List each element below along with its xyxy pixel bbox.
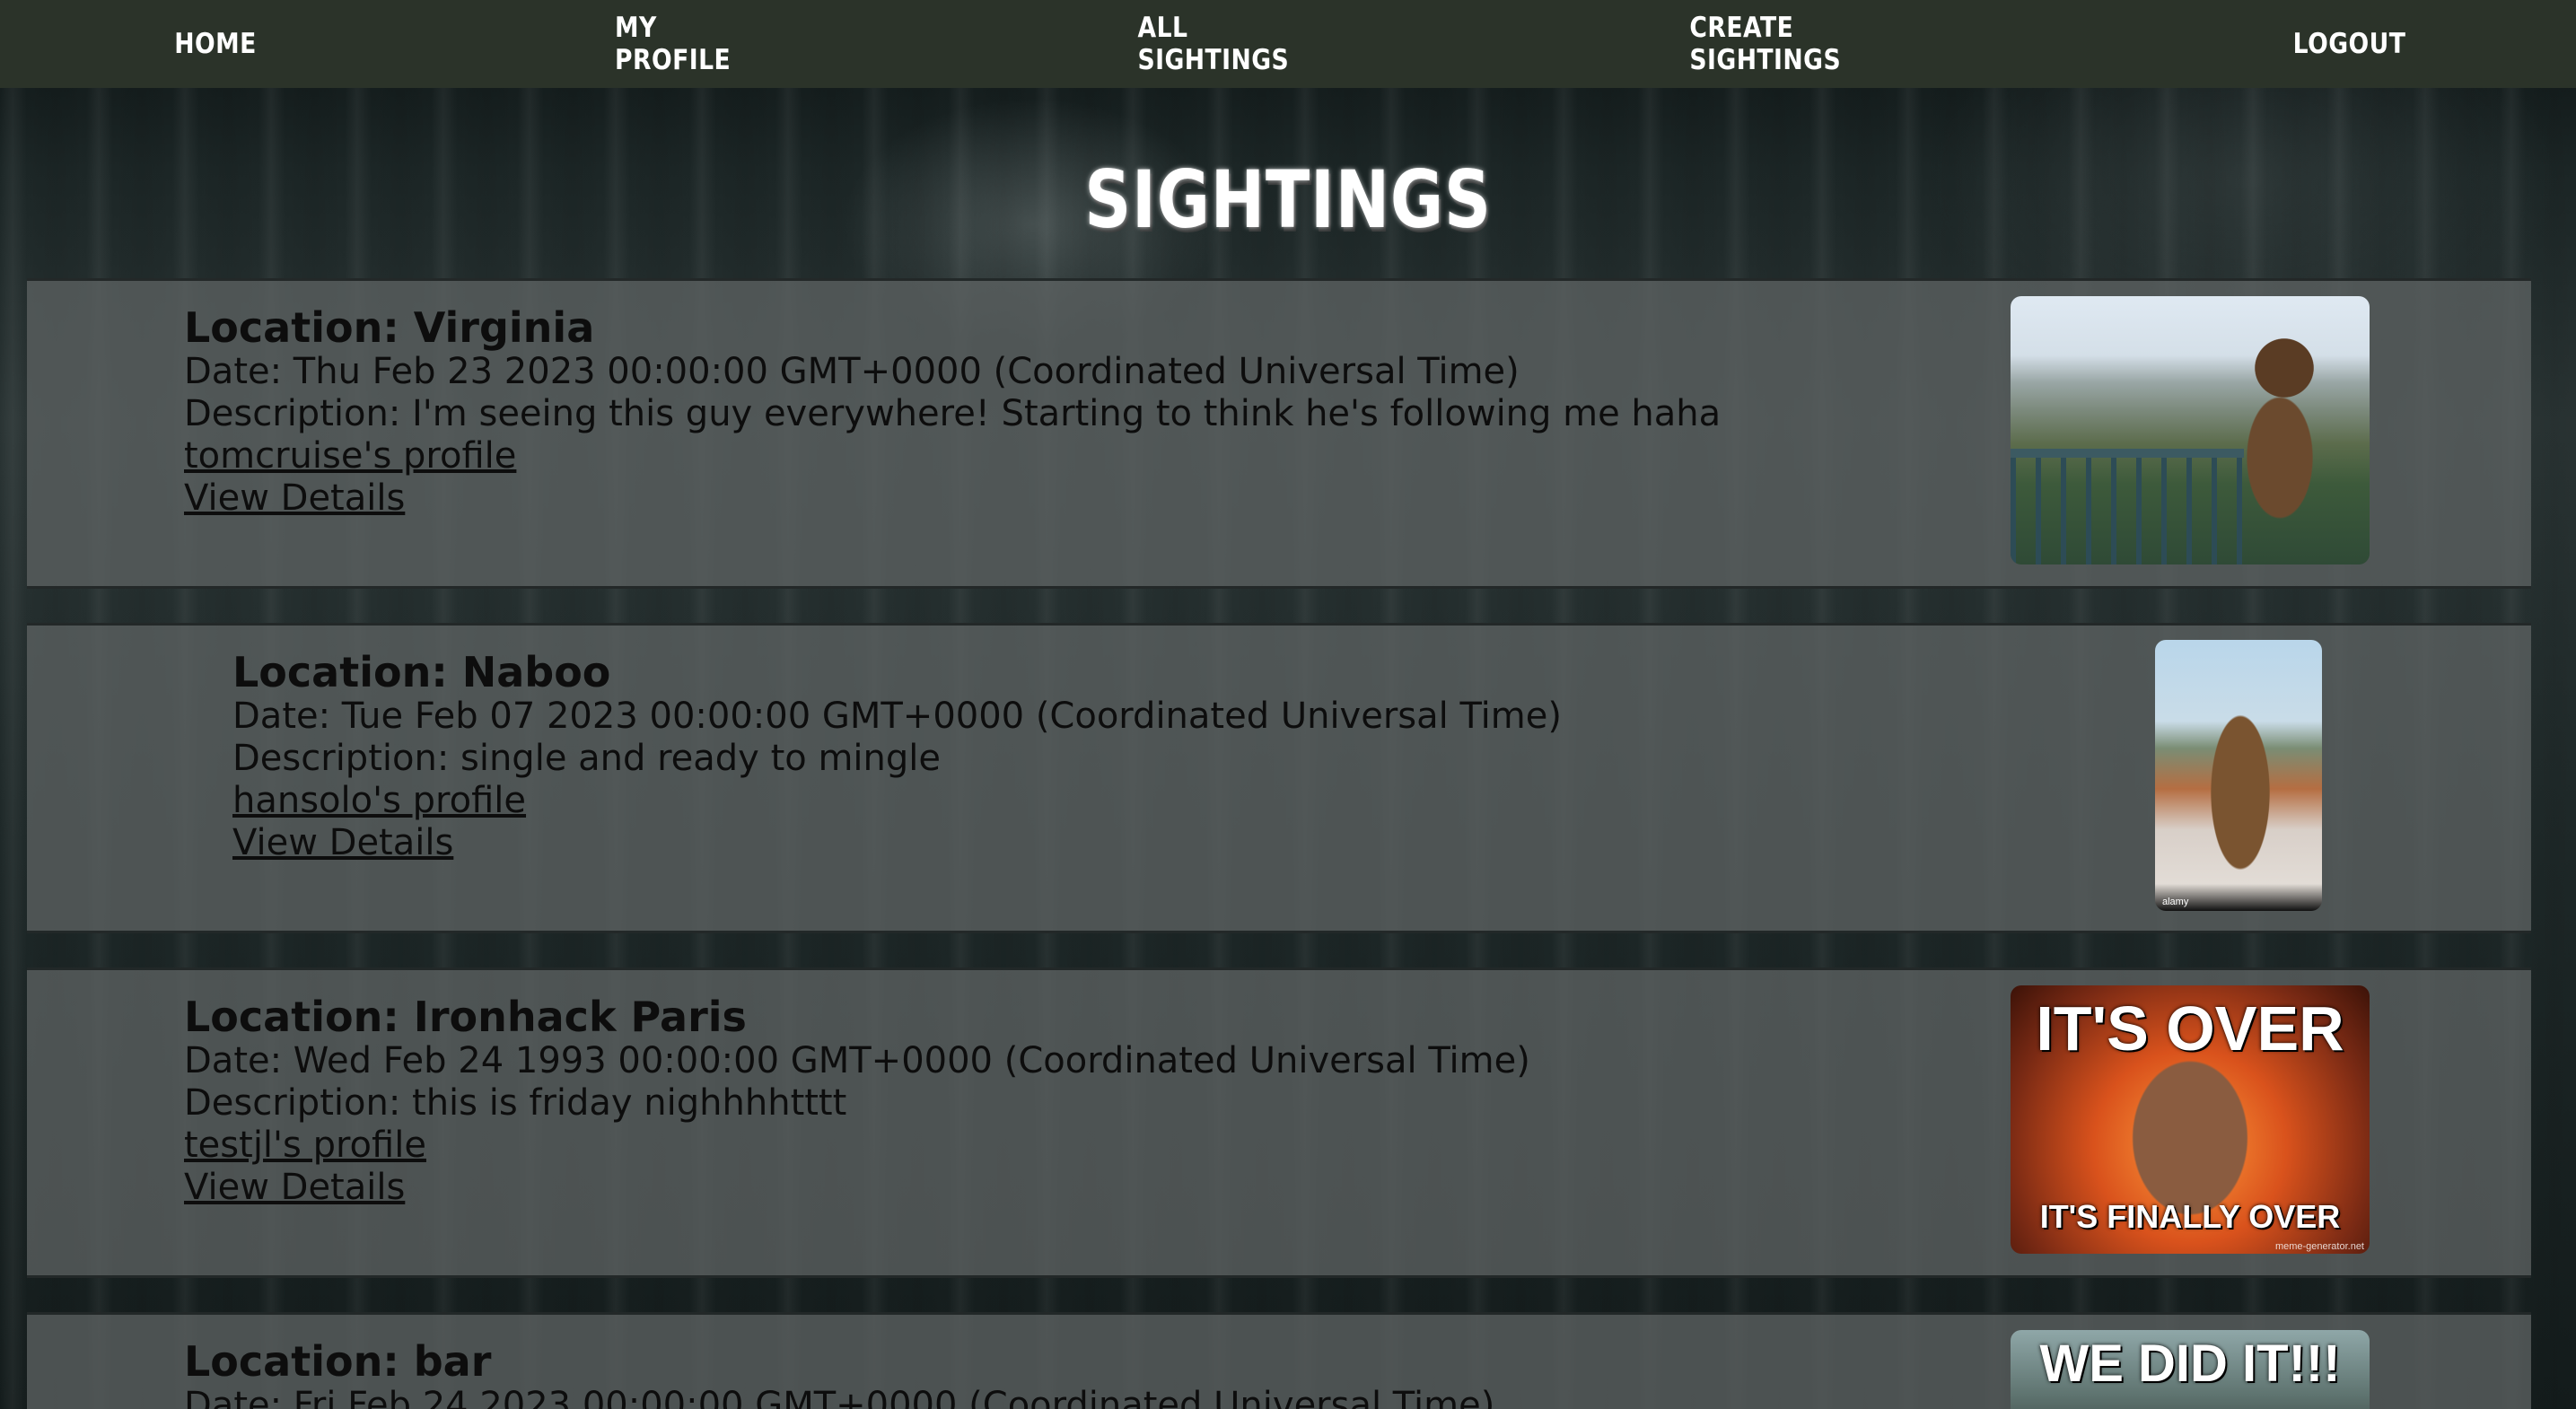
sighting-location: Location: Naboo	[232, 648, 611, 696]
image-railing	[2011, 449, 2244, 564]
profile-link[interactable]: testjl's profile	[184, 1125, 1530, 1167]
view-details-link[interactable]: View Details	[184, 1167, 1530, 1209]
profile-link[interactable]: hansolo's profile	[232, 780, 1562, 822]
image-caption: alamy	[2162, 897, 2189, 907]
nav-home-link[interactable]: Home	[146, 0, 285, 88]
sighting-image: IT'S OVER IT'S FINALLY OVER meme-generat…	[2011, 985, 2370, 1254]
sighting-description: Description: I'm seeing this guy everywh…	[184, 393, 1722, 434]
sighting-date: Date: Wed Feb 24 1993 00:00:00 GMT+0000 …	[184, 1040, 1530, 1081]
sighting-image: alamy	[2155, 640, 2322, 911]
meme-top-text: IT'S OVER	[2036, 993, 2344, 1063]
sighting-card: Location: Ironhack Paris Date: Wed Feb 2…	[27, 967, 2531, 1278]
sighting-date: Date: Thu Feb 23 2023 00:00:00 GMT+0000 …	[184, 351, 1520, 392]
sighting-card: Location: Virginia Date: Thu Feb 23 2023…	[27, 278, 2531, 589]
nav-all-sightings-link[interactable]: All Sightings	[1138, 0, 1331, 88]
sighting-description: Description: this is friday nighhhhtttt	[184, 1082, 847, 1124]
profile-link[interactable]: tomcruise's profile	[184, 435, 1721, 477]
nav-create-sightings-link[interactable]: Create Sightings	[1689, 0, 1936, 88]
meme-watermark: meme-generator.net	[2274, 1241, 2364, 1252]
page-title: Sightings	[1084, 153, 1492, 246]
sighting-date: Date: Tue Feb 07 2023 00:00:00 GMT+0000 …	[232, 696, 1562, 737]
sighting-location: Location: Virginia	[184, 303, 595, 352]
view-details-link[interactable]: View Details	[184, 477, 1721, 520]
view-details-link[interactable]: View Details	[232, 822, 1562, 864]
sighting-info: Location: Naboo Date: Tue Feb 07 2023 00…	[232, 649, 1562, 864]
sighting-image	[2011, 296, 2370, 564]
sighting-info: Location: Ironhack Paris Date: Wed Feb 2…	[184, 993, 1530, 1209]
sighting-card: Location: bar Date: Fri Feb 24 2023 00:0…	[27, 1312, 2531, 1409]
meme-top-text: WE DID IT!!!	[2039, 1335, 2341, 1393]
sighting-image: WE DID IT!!!	[2011, 1330, 2370, 1409]
navbar: Home My Profile All Sightings Create Sig…	[0, 0, 2576, 88]
sighting-description: Description: single and ready to mingle	[232, 738, 941, 779]
nav-logout-link[interactable]: Logout	[2290, 0, 2409, 88]
sighting-info: Location: Virginia Date: Thu Feb 23 2023…	[184, 304, 1721, 520]
sighting-date: Date: Fri Feb 24 2023 00:00:00 GMT+0000 …	[184, 1385, 1495, 1409]
sighting-location: Location: bar	[184, 1337, 492, 1386]
nav-my-profile-link[interactable]: My Profile	[615, 0, 781, 88]
meme-bottom-text: IT'S FINALLY OVER	[2039, 1198, 2341, 1235]
sighting-location: Location: Ironhack Paris	[184, 993, 747, 1041]
sighting-card: Location: Naboo Date: Tue Feb 07 2023 00…	[27, 623, 2531, 933]
sighting-info: Location: bar Date: Fri Feb 24 2023 00:0…	[184, 1338, 1494, 1409]
